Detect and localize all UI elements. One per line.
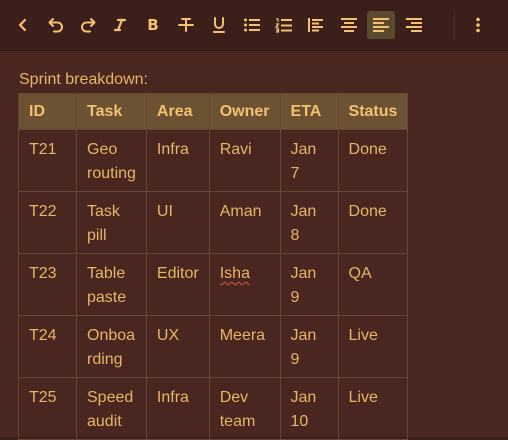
table-caption: Sprint breakdown:	[19, 71, 148, 88]
table-header-row: ID Task Area Owner ETA Status	[18, 93, 409, 130]
strikethrough-icon[interactable]	[174, 13, 198, 37]
cell-status[interactable]: Live	[337, 377, 409, 440]
undo-icon[interactable]	[44, 13, 68, 37]
header-owner[interactable]: Owner	[208, 93, 281, 130]
table-row: T23 Table paste Editor Isha Jan 9 QA	[18, 253, 409, 316]
underline-icon[interactable]	[207, 13, 231, 37]
align-left-icon[interactable]	[367, 11, 395, 39]
more-vertical-icon[interactable]	[466, 13, 490, 37]
cell-owner[interactable]: Aman	[208, 191, 281, 254]
cell-owner[interactable]: Meera	[208, 315, 281, 378]
align-left-block-icon[interactable]	[304, 13, 328, 37]
header-eta[interactable]: ETA	[279, 93, 339, 130]
table-row: T21 Geo routing Infra Ravi Jan 7 Done	[18, 129, 409, 192]
bullet-list-icon[interactable]	[240, 13, 264, 37]
toolbar-divider	[454, 12, 455, 40]
cell-owner[interactable]: Ravi	[208, 129, 281, 192]
cell-eta[interactable]: Jan 7	[279, 129, 339, 192]
cell-status[interactable]: QA	[337, 253, 409, 316]
formatting-toolbar: B	[0, 0, 508, 51]
header-area[interactable]: Area	[145, 93, 210, 130]
collapse-chevron-icon[interactable]	[11, 13, 35, 37]
redo-icon[interactable]	[76, 13, 100, 37]
cell-area[interactable]: Editor	[145, 253, 210, 316]
cell-eta[interactable]: Jan 9	[279, 315, 339, 378]
cell-id[interactable]: T25	[18, 377, 77, 440]
cell-status[interactable]: Done	[337, 191, 409, 254]
header-task[interactable]: Task	[76, 93, 147, 130]
cell-status[interactable]: Done	[337, 129, 409, 192]
align-right-icon[interactable]	[402, 13, 426, 37]
table-row: T24 Onboarding UX Meera Jan 9 Live	[18, 315, 409, 378]
cell-task[interactable]: Onboarding	[76, 315, 147, 378]
cell-area[interactable]: Infra	[145, 377, 210, 440]
cell-task-text: Onboarding	[87, 327, 136, 368]
cell-area[interactable]: UI	[145, 191, 210, 254]
table-row: T22 Task pill UI Aman Jan 8 Done	[18, 191, 409, 254]
cell-owner[interactable]: Dev team	[208, 377, 281, 440]
cell-id[interactable]: T22	[18, 191, 77, 254]
cell-id[interactable]: T21	[18, 129, 77, 192]
cell-area[interactable]: Infra	[145, 129, 210, 192]
cell-task[interactable]: Speed audit	[76, 377, 147, 440]
table-row: T25 Speed audit Infra Dev team Jan 10 Li…	[18, 377, 409, 440]
cell-owner[interactable]: Isha	[208, 253, 281, 316]
cell-eta[interactable]: Jan 9	[279, 253, 339, 316]
cell-task[interactable]: Task pill	[76, 191, 147, 254]
clear-format-icon[interactable]	[108, 13, 132, 37]
cell-area[interactable]: UX	[145, 315, 210, 378]
cell-task[interactable]: Geo routing	[76, 129, 147, 192]
header-id[interactable]: ID	[18, 93, 77, 130]
cell-id[interactable]: T23	[18, 253, 77, 316]
cell-status[interactable]: Live	[337, 315, 409, 378]
align-center-icon[interactable]	[337, 13, 361, 37]
spellcheck-word[interactable]: Isha	[220, 265, 250, 282]
bold-icon[interactable]: B	[141, 13, 165, 37]
cell-task[interactable]: Table paste	[76, 253, 147, 316]
cell-id[interactable]: T24	[18, 315, 77, 378]
cell-eta[interactable]: Jan 10	[279, 377, 339, 440]
header-status[interactable]: Status	[337, 93, 409, 130]
sprint-table[interactable]: ID Task Area Owner ETA Status T21 Geo ro…	[18, 93, 409, 440]
numbered-list-icon[interactable]	[272, 13, 296, 37]
cell-eta[interactable]: Jan 8	[279, 191, 339, 254]
